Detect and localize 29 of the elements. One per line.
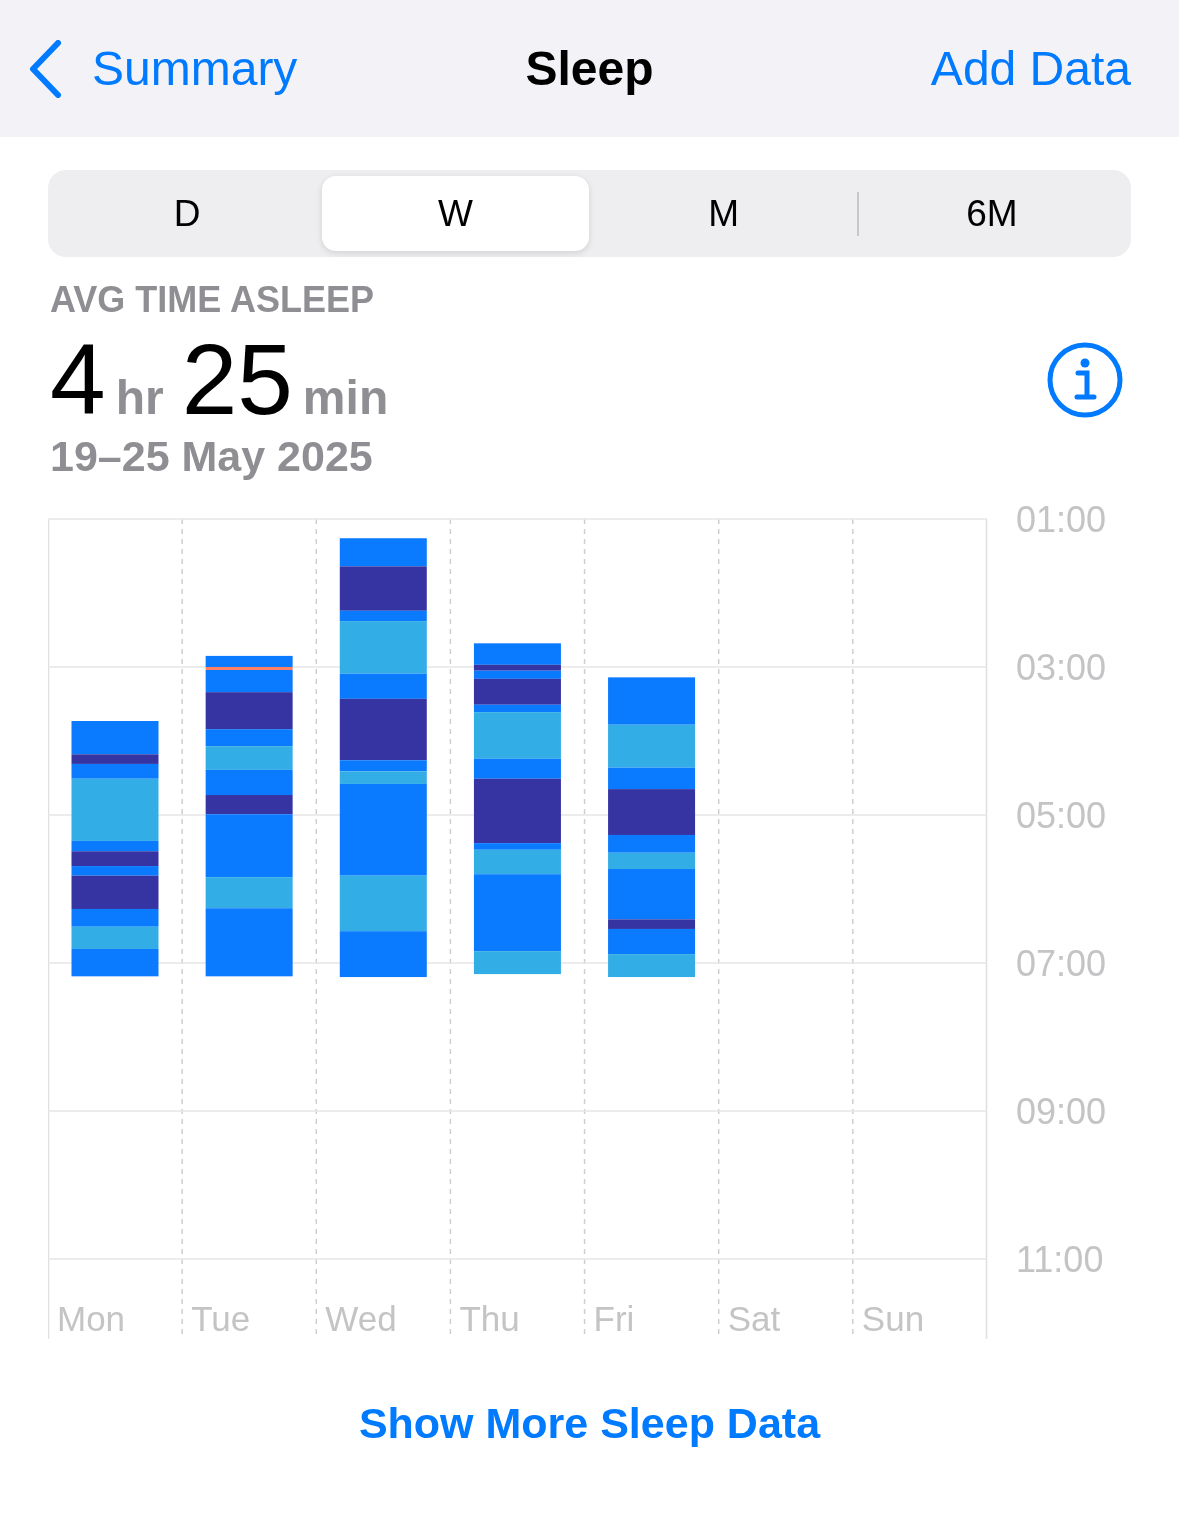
back-button[interactable]: Summary	[28, 39, 298, 98]
period-tab[interactable]: D	[54, 176, 321, 251]
y-axis-label: 03:00	[1016, 647, 1107, 688]
info-icon[interactable]	[1047, 341, 1123, 418]
date-range: 19–25 May 2025	[50, 432, 374, 481]
period-tab[interactable]: W	[322, 176, 589, 251]
y-axis-label: 05:00	[1016, 795, 1107, 836]
day-label: Sat	[727, 1299, 781, 1338]
period-tab[interactable]: 6M	[858, 176, 1125, 251]
y-axis-label: 11:00	[1016, 1239, 1104, 1280]
day-label: Tue	[191, 1299, 251, 1338]
add-data-button[interactable]: Add Data	[930, 41, 1131, 96]
day-label: Sun	[861, 1299, 925, 1338]
section-heading: AVG TIME ASLEEP	[50, 279, 376, 321]
period-tab[interactable]: M	[590, 176, 857, 251]
minutes-unit: min	[302, 370, 389, 425]
show-more-link[interactable]: Show More Sleep Data	[358, 1399, 821, 1448]
day-label: Fri	[593, 1299, 635, 1338]
back-chevron-icon	[28, 39, 62, 98]
y-axis-label: 09:00	[1016, 1091, 1107, 1132]
hours-value: 4	[50, 327, 106, 432]
day-label: Mon	[57, 1299, 126, 1338]
minutes-value: 25	[181, 327, 293, 432]
y-axis-label: 01:00	[1016, 499, 1107, 540]
day-label: Thu	[459, 1299, 520, 1338]
y-axis-label: 07:00	[1016, 943, 1107, 984]
hours-unit: hr	[115, 370, 164, 425]
day-label: Wed	[325, 1299, 397, 1338]
screen-title: Sleep	[525, 41, 654, 96]
